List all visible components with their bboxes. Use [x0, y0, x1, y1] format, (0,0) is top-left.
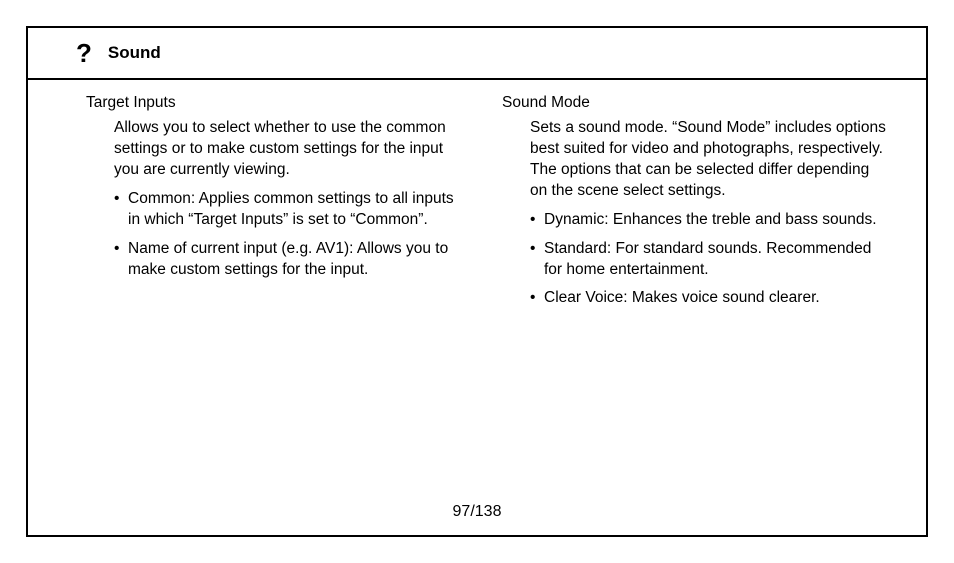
- content-area: Target Inputs Allows you to select wheth…: [28, 80, 926, 317]
- page-frame: ? Sound Target Inputs Allows you to sele…: [26, 26, 928, 537]
- right-column: Sound Mode Sets a sound mode. “Sound Mod…: [502, 94, 886, 317]
- list-item: Clear Voice: Makes voice sound clearer.: [530, 288, 886, 309]
- list-item: Common: Applies common settings to all i…: [114, 189, 470, 231]
- list-item: Standard: For standard sounds. Recommend…: [530, 239, 886, 281]
- section-body: Sets a sound mode. “Sound Mode” includes…: [502, 118, 886, 309]
- section-body: Allows you to select whether to use the …: [86, 118, 470, 280]
- left-column: Target Inputs Allows you to select wheth…: [86, 94, 470, 317]
- page-title: Sound: [108, 43, 161, 63]
- help-icon: ?: [76, 40, 92, 66]
- bullet-list: Common: Applies common settings to all i…: [114, 189, 470, 281]
- section-description: Allows you to select whether to use the …: [114, 118, 470, 181]
- section-description: Sets a sound mode. “Sound Mode” includes…: [530, 118, 886, 202]
- header-band: ? Sound: [28, 28, 926, 80]
- section-heading-target-inputs: Target Inputs: [86, 94, 470, 112]
- list-item: Dynamic: Enhances the treble and bass so…: [530, 210, 886, 231]
- section-heading-sound-mode: Sound Mode: [502, 94, 886, 112]
- bullet-list: Dynamic: Enhances the treble and bass so…: [530, 210, 886, 310]
- page-number: 97/138: [28, 503, 926, 521]
- list-item: Name of current input (e.g. AV1): Allows…: [114, 239, 470, 281]
